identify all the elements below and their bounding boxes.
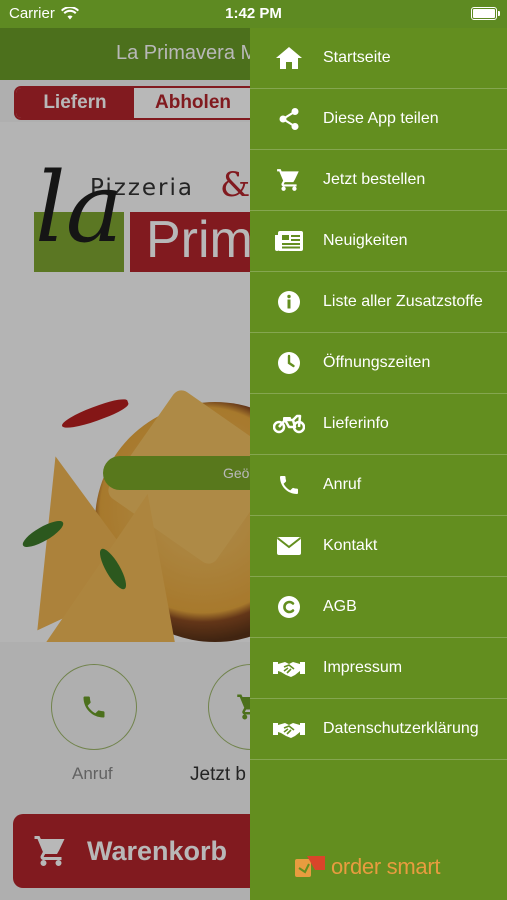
menu-item-label: AGB [323,598,357,615]
menu-item-opening-hours[interactable]: Öffnungszeiten [250,333,507,394]
clock-icon [250,351,323,375]
handshake-icon [250,658,323,678]
menu-item-startseite[interactable]: Startseite [250,28,507,89]
motorcycle-icon [250,414,323,434]
order-smart-logo: order smart [295,854,440,880]
menu-item-news[interactable]: Neuigkeiten [250,211,507,272]
cart-icon [250,167,323,193]
menu-item-label: Lieferinfo [323,415,389,432]
menu-item-label: Liste aller Zusatzstoffe [323,293,483,310]
envelope-icon [250,536,323,556]
phone-icon [250,473,323,497]
handshake-icon [250,719,323,739]
menu-item-delivery-info[interactable]: Lieferinfo [250,394,507,455]
info-icon [250,290,323,314]
clock: 1:42 PM [225,5,282,22]
menu-item-label: Kontakt [323,537,378,554]
battery-icon [471,7,500,20]
menu-item-privacy[interactable]: Datenschutzerklärung [250,699,507,760]
menu-item-label: Neuigkeiten [323,232,408,249]
menu-item-label: Datenschutzerklärung [323,720,479,737]
menu-item-imprint[interactable]: Impressum [250,638,507,699]
news-icon [250,230,323,252]
home-icon [250,46,323,70]
menu-item-call[interactable]: Anruf [250,455,507,516]
share-icon [250,107,323,131]
side-menu: Startseite Diese App teilen Jetzt bestel… [250,28,507,900]
menu-item-label: Öffnungszeiten [323,354,431,371]
menu-item-additives[interactable]: Liste aller Zusatzstoffe [250,272,507,333]
menu-item-label: Jetzt bestellen [323,171,426,188]
copyright-icon [250,595,323,619]
menu-item-label: Anruf [323,476,362,493]
menu-item-order-now[interactable]: Jetzt bestellen [250,150,507,211]
menu-item-label: Impressum [323,659,403,676]
order-smart-logo-mark [295,856,325,877]
menu-item-label: Diese App teilen [323,110,439,127]
menu-item-terms[interactable]: AGB [250,577,507,638]
menu-item-share-app[interactable]: Diese App teilen [250,89,507,150]
menu-item-contact[interactable]: Kontakt [250,516,507,577]
status-bar: Carrier 1:42 PM [0,0,507,28]
menu-item-label: Startseite [323,49,391,66]
order-smart-logo-text: order smart [331,854,441,879]
